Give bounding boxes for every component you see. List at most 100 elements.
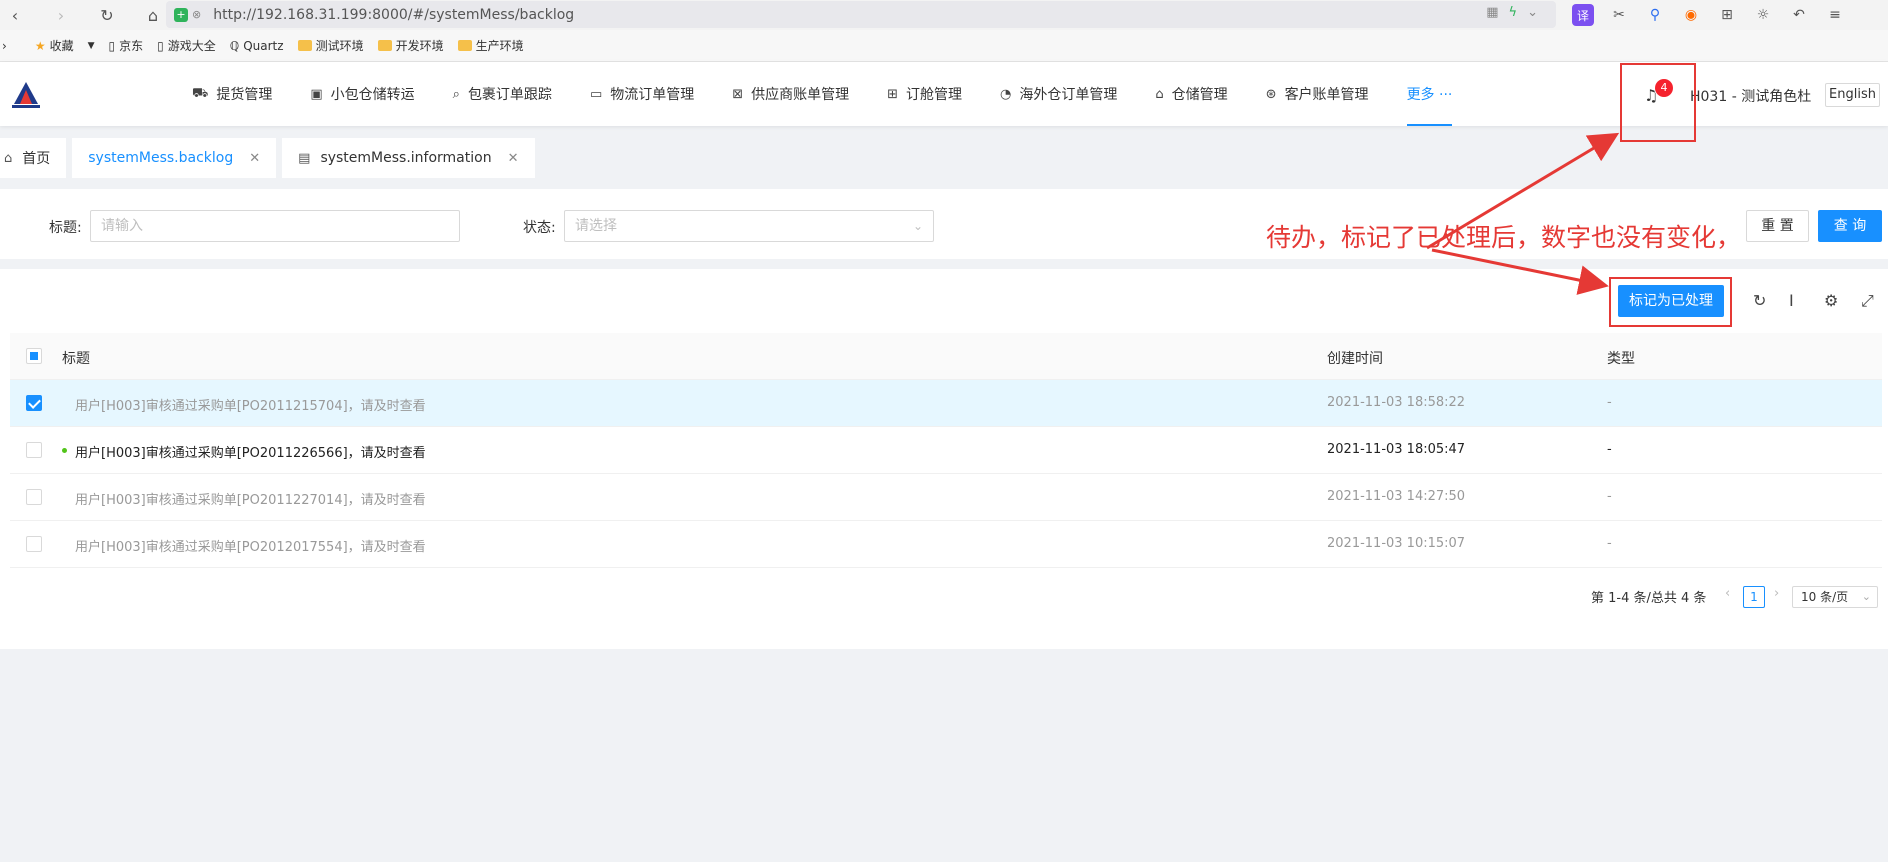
table-row[interactable]: 用户[H003]审核通过采购单[PO2012017554]，请及时查看 2021… — [10, 521, 1882, 568]
app-header: ⛟ 提货管理 ▣ 小包仓储转运 ⌕ 包裹订单跟踪 ▭ 物流订单管理 ⊠ 供应商账单管理 ⊞… — [0, 62, 1888, 126]
settings-icon[interactable]: ⚙ — [1824, 291, 1838, 310]
chevron-down-icon: ⌄ — [1861, 590, 1871, 603]
tab-home[interactable]: ⌂ 首页 — [0, 138, 67, 178]
bookmark-dev-env[interactable]: 开发环境 — [377, 37, 444, 54]
cluster-icon: ⊞ — [887, 86, 899, 102]
bookmark-quartz[interactable]: ℚ Quartz — [230, 39, 284, 53]
folder-icon — [377, 40, 392, 51]
home-icon[interactable]: ⌂ — [138, 0, 168, 30]
refresh-icon[interactable]: ↻ — [1753, 291, 1766, 310]
page-icon: ▯ — [157, 38, 164, 53]
scissors-icon[interactable]: ✂ — [1608, 4, 1630, 26]
star-icon: ★ — [34, 38, 46, 53]
row-type: - — [1607, 489, 1612, 504]
row-title: 用户[H003]审核通过采购单[PO2011215704]，请及时查看 — [75, 399, 426, 414]
file-icon: ▤ — [298, 150, 311, 166]
security-shield-icon: + — [174, 7, 188, 22]
title-input[interactable]: 请输入 — [90, 210, 460, 242]
row-type: - — [1607, 442, 1612, 457]
reload-icon[interactable]: ↻ — [92, 0, 122, 30]
row-checkbox[interactable] — [26, 536, 42, 552]
menu-parcel-warehouse[interactable]: ▣ 小包仓储转运 — [310, 62, 414, 126]
column-height-icon[interactable]: Ι — [1789, 291, 1794, 310]
page-size-select[interactable]: 10 条/页 ⌄ — [1792, 586, 1878, 608]
gamepad-icon[interactable]: ◉ — [1680, 4, 1702, 26]
folder-icon — [457, 40, 472, 51]
status-label: 状态: — [523, 220, 556, 236]
lightning-icon[interactable]: ϟ — [1509, 5, 1518, 20]
folder-icon — [297, 40, 312, 51]
row-title: 用户[H003]审核通过采购单[PO2012017554]，请及时查看 — [75, 540, 426, 555]
menu-logistics-orders[interactable]: ▭ 物流订单管理 — [590, 62, 694, 126]
annotation-box-mark-button — [1609, 277, 1732, 327]
status-select[interactable]: 请选择 ⌄ — [564, 210, 934, 242]
chevron-down-icon[interactable]: ⌄ — [1527, 5, 1538, 20]
chevron-down-icon: ⌄ — [912, 219, 923, 233]
truck-icon: ⛟ — [192, 85, 209, 101]
bookmarks-chevron-icon[interactable]: › — [2, 39, 7, 53]
bookmark-favorites[interactable]: ★ 收藏 ▼ — [35, 37, 95, 54]
user-name[interactable]: H031 - 测试角色杜 — [1690, 86, 1811, 106]
annotation-text: 待办，标记了已处理后，数字也没有变化， — [1266, 223, 1742, 252]
table-row[interactable]: 用户[H003]审核通过采购单[PO2011226566]，请及时查看 2021… — [10, 427, 1882, 474]
bookmark-test-env[interactable]: 测试环境 — [297, 37, 364, 54]
company-logo — [12, 82, 40, 108]
bookmark-prod-env[interactable]: 生产环境 — [457, 37, 524, 54]
row-checkbox[interactable] — [26, 442, 42, 458]
row-checkbox[interactable] — [26, 395, 42, 411]
next-page-icon[interactable]: › — [1774, 586, 1779, 601]
menu-pickup[interactable]: ⛟ 提货管理 — [192, 62, 272, 126]
row-checkbox[interactable] — [26, 489, 42, 505]
pagination-total: 第 1-4 条/总共 4 条 — [1591, 591, 1707, 606]
forward-icon[interactable]: › — [46, 0, 76, 30]
url-text: http://192.168.31.199:8000/#/systemMess/… — [213, 6, 575, 23]
close-icon[interactable]: ✕ — [508, 151, 519, 166]
translate-icon[interactable]: 译 — [1572, 4, 1594, 26]
address-bar[interactable]: + ⊗ http://192.168.31.199:8000/#/systemM… — [166, 1, 1556, 28]
unread-dot — [62, 448, 67, 453]
menu-parcel-tracking[interactable]: ⌕ 包裹订单跟踪 — [453, 62, 552, 126]
annotation-box-bell — [1620, 63, 1696, 142]
browser-toolbar: ‹ › ↻ ⌂ + ⊗ http://192.168.31.199:8000/#… — [0, 0, 1888, 30]
menu-more[interactable]: 更多 ··· — [1406, 62, 1452, 126]
menu-booking[interactable]: ⊞ 订舱管理 — [887, 62, 962, 126]
table-row[interactable]: 用户[H003]审核通过采购单[PO2011215704]，请及时查看 2021… — [10, 380, 1882, 427]
menu-supplier-bills[interactable]: ⊠ 供应商账单管理 — [732, 62, 849, 126]
row-created: 2021-11-03 10:15:07 — [1327, 536, 1466, 551]
menu-warehouse[interactable]: ⌂ 仓储管理 — [1155, 62, 1227, 126]
page-icon: ▯ — [108, 38, 116, 53]
quartz-icon: ℚ — [229, 38, 240, 53]
select-all-checkbox[interactable] — [26, 348, 42, 364]
page-tabs: ⌂ 首页 systemMess.backlog ✕ ▤ systemMess.info… — [0, 138, 541, 178]
row-type: - — [1607, 536, 1612, 551]
page-1-button[interactable]: 1 — [1743, 586, 1765, 608]
box-icon: ▣ — [310, 86, 323, 102]
prev-page-icon[interactable]: ‹ — [1725, 586, 1730, 601]
table-row[interactable]: 用户[H003]审核通过采购单[PO2011227014]，请及时查看 2021… — [10, 474, 1882, 521]
reset-button[interactable]: 重 置 — [1746, 210, 1809, 242]
row-type: - — [1607, 395, 1612, 410]
bookmark-jd[interactable]: ▯ 京东 — [109, 37, 144, 54]
apps-icon[interactable]: ⊞ — [1716, 4, 1738, 26]
menu-customer-bills[interactable]: ⊛ 客户账单管理 — [1266, 62, 1369, 126]
undo-icon[interactable]: ↶ — [1788, 4, 1810, 26]
query-button[interactable]: 查 询 — [1818, 210, 1882, 242]
brightness-icon[interactable]: ☼ — [1752, 4, 1774, 26]
language-button[interactable]: English — [1825, 83, 1880, 107]
row-title: 用户[H003]审核通过采购单[PO2011226566]，请及时查看 — [75, 446, 426, 461]
row-created: 2021-11-03 14:27:50 — [1327, 489, 1466, 504]
search-icon[interactable]: ⚲ — [1644, 4, 1666, 26]
tab-information[interactable]: ▤ systemMess.information ✕ — [282, 138, 535, 178]
tab-backlog[interactable]: systemMess.backlog ✕ — [72, 138, 277, 178]
column-title: 标题 — [62, 351, 90, 367]
bill-icon: ⊠ — [732, 86, 744, 102]
folder-icon: ▭ — [589, 86, 603, 102]
menu-icon[interactable]: ≡ — [1824, 4, 1846, 26]
qr-icon[interactable]: ▦ — [1486, 5, 1498, 20]
close-icon[interactable]: ✕ — [249, 151, 260, 166]
bookmark-games[interactable]: ▯ 游戏大全 — [157, 37, 216, 54]
fullscreen-icon[interactable]: ⤢ — [1861, 291, 1874, 311]
column-created: 创建时间 — [1327, 351, 1383, 367]
menu-overseas-orders[interactable]: ◔ 海外仓订单管理 — [1000, 62, 1117, 126]
back-icon[interactable]: ‹ — [0, 0, 30, 30]
